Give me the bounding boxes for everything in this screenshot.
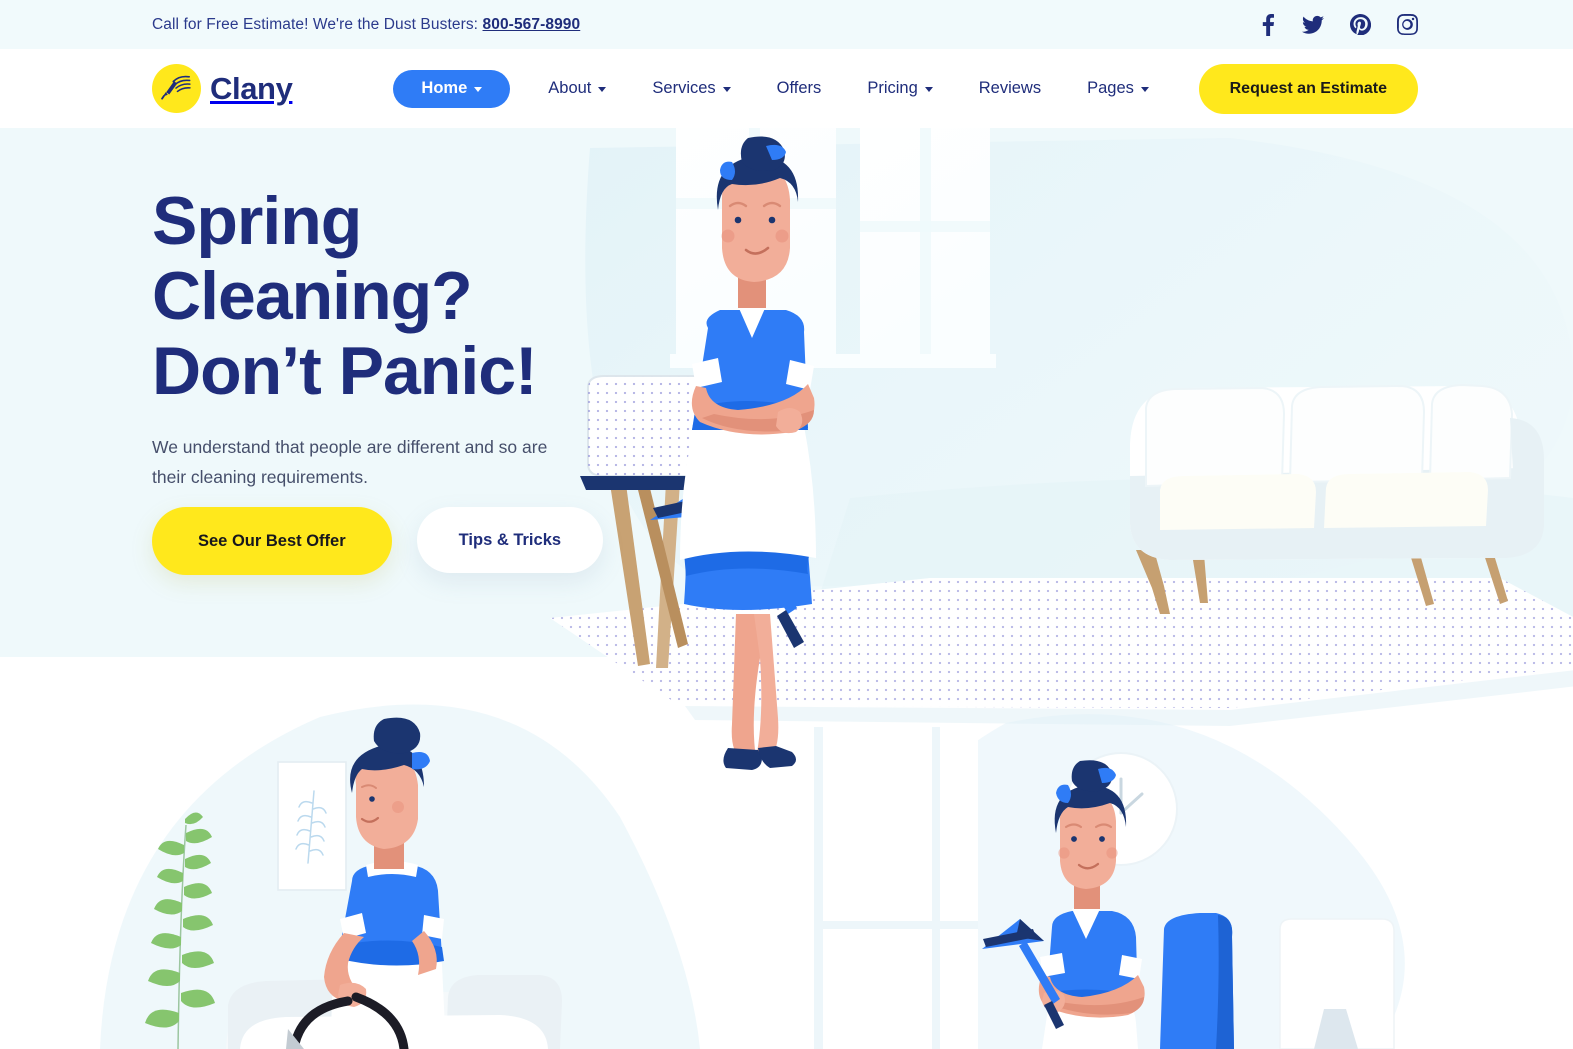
logo[interactable]: Clany (152, 64, 293, 113)
hero-content: Spring Cleaning? Don’t Panic! We underst… (0, 128, 1573, 657)
main-nav: Home About Services Offers Pricing Revie… (393, 69, 1172, 108)
hero-cta-group: See Our Best Offer Tips & Tricks (152, 507, 604, 575)
chevron-down-icon (598, 87, 607, 92)
instagram-icon[interactable] (1397, 14, 1418, 35)
tips-and-tricks-button[interactable]: Tips & Tricks (416, 507, 604, 573)
nav-label-home: Home (421, 79, 468, 97)
nav-label-about: About (548, 79, 592, 97)
nav-item-services[interactable]: Services (629, 70, 753, 108)
chevron-down-icon (924, 87, 933, 92)
squeegee-icon (152, 64, 201, 113)
panel-home-cleaning-illustration (100, 704, 700, 1049)
nav-item-pricing[interactable]: Pricing (844, 70, 955, 108)
top-bar-message: Call for Free Estimate! We're the Dust B… (152, 16, 580, 34)
site-header: Clany Home About Services Offers Pricing… (0, 49, 1573, 128)
hero-title-line-1: Spring (152, 183, 362, 259)
nav-item-about[interactable]: About (525, 70, 629, 108)
nav-label-reviews: Reviews (978, 79, 1042, 97)
hero-title-line-2: Cleaning? (152, 258, 473, 334)
hero-section: Spring Cleaning? Don’t Panic! We underst… (0, 66, 1573, 770)
twitter-icon[interactable] (1302, 14, 1324, 36)
nav-label-services: Services (652, 79, 716, 97)
hero-subtitle: We understand that people are different … (152, 437, 548, 487)
chevron-down-icon (722, 87, 731, 92)
request-estimate-button[interactable]: Request an Estimate (1198, 63, 1418, 114)
social-links (1261, 13, 1418, 36)
hero-title-line-3: Don’t Panic! (152, 333, 538, 409)
phone-link[interactable]: 800-567-8990 (483, 16, 581, 33)
see-best-offer-button[interactable]: See Our Best Offer (152, 507, 392, 575)
nav-item-reviews[interactable]: Reviews (956, 70, 1064, 108)
top-bar-message-text: Call for Free Estimate! We're the Dust B… (152, 15, 479, 33)
nav-item-home[interactable]: Home (393, 69, 511, 108)
brand-name: Clany (210, 70, 293, 106)
panel-office-cleaning-illustration (814, 714, 1405, 1049)
chevron-down-icon (474, 87, 483, 92)
pinterest-icon[interactable] (1350, 14, 1371, 35)
facebook-icon[interactable] (1261, 13, 1276, 36)
nav-item-offers[interactable]: Offers (754, 70, 845, 108)
nav-label-pages: Pages (1087, 79, 1134, 97)
chevron-down-icon (1140, 87, 1149, 92)
page-title: Spring Cleaning? Don’t Panic! (152, 183, 538, 409)
feature-panels (0, 657, 1573, 1049)
nav-label-pricing: Pricing (867, 79, 918, 97)
top-bar: Call for Free Estimate! We're the Dust B… (0, 0, 1573, 49)
nav-label-offers: Offers (776, 79, 822, 97)
nav-item-pages[interactable]: Pages (1064, 70, 1172, 108)
